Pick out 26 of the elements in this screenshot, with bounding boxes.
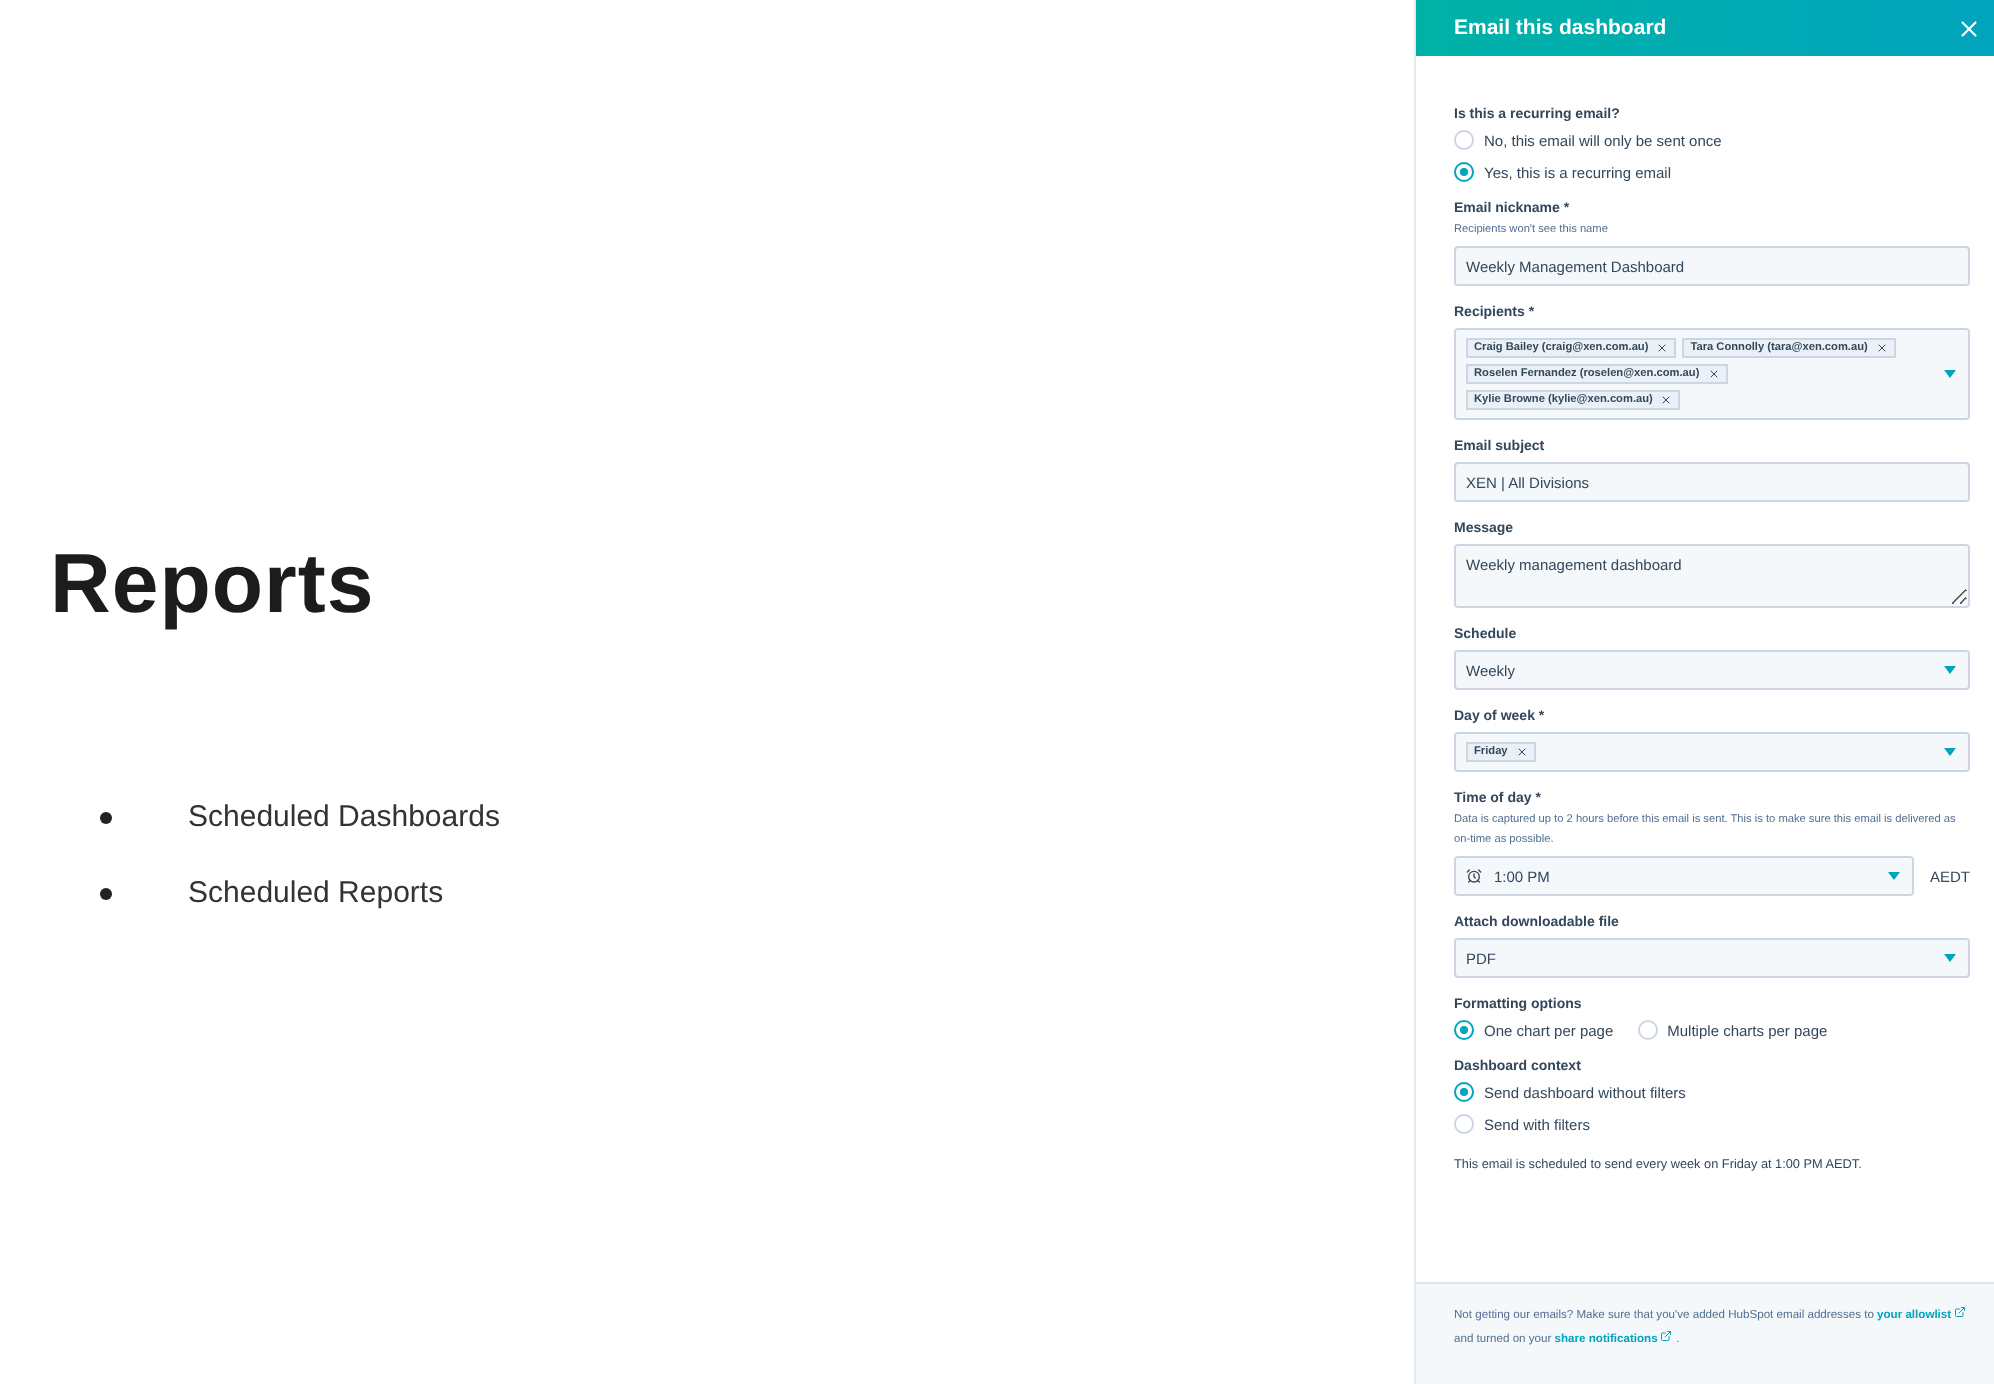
remove-icon[interactable] xyxy=(1656,342,1669,354)
remove-icon[interactable] xyxy=(1875,342,1888,354)
alarm-clock-icon xyxy=(1466,868,1482,884)
caret-icon xyxy=(1944,954,1956,962)
caret-icon xyxy=(1887,872,1900,880)
radio-button[interactable] xyxy=(1454,1020,1474,1040)
caret-icon xyxy=(1944,748,1956,756)
list-item: Scheduled Reports xyxy=(188,876,444,910)
radio-button[interactable] xyxy=(1637,1020,1658,1040)
radio-button[interactable] xyxy=(1454,1082,1474,1102)
radio-button[interactable] xyxy=(1454,1114,1474,1134)
close-button[interactable] xyxy=(1956,15,1982,41)
panel-title: Email this dashboard xyxy=(1454,16,1667,40)
external-link-icon xyxy=(1954,1306,1967,1318)
remove-icon[interactable] xyxy=(1707,368,1720,380)
remove-icon[interactable] xyxy=(1515,746,1528,758)
caret-icon xyxy=(1944,666,1956,674)
external-link-icon xyxy=(1660,1330,1673,1342)
bullet-icon xyxy=(100,887,112,899)
radio-button[interactable] xyxy=(1454,162,1474,182)
bullet-icon xyxy=(100,811,112,823)
page-heading: Reports xyxy=(50,536,377,632)
remove-icon[interactable] xyxy=(1660,394,1673,406)
caret-icon xyxy=(1944,370,1956,378)
radio-button[interactable] xyxy=(1454,130,1474,150)
list-item: Scheduled Dashboards xyxy=(188,800,500,834)
